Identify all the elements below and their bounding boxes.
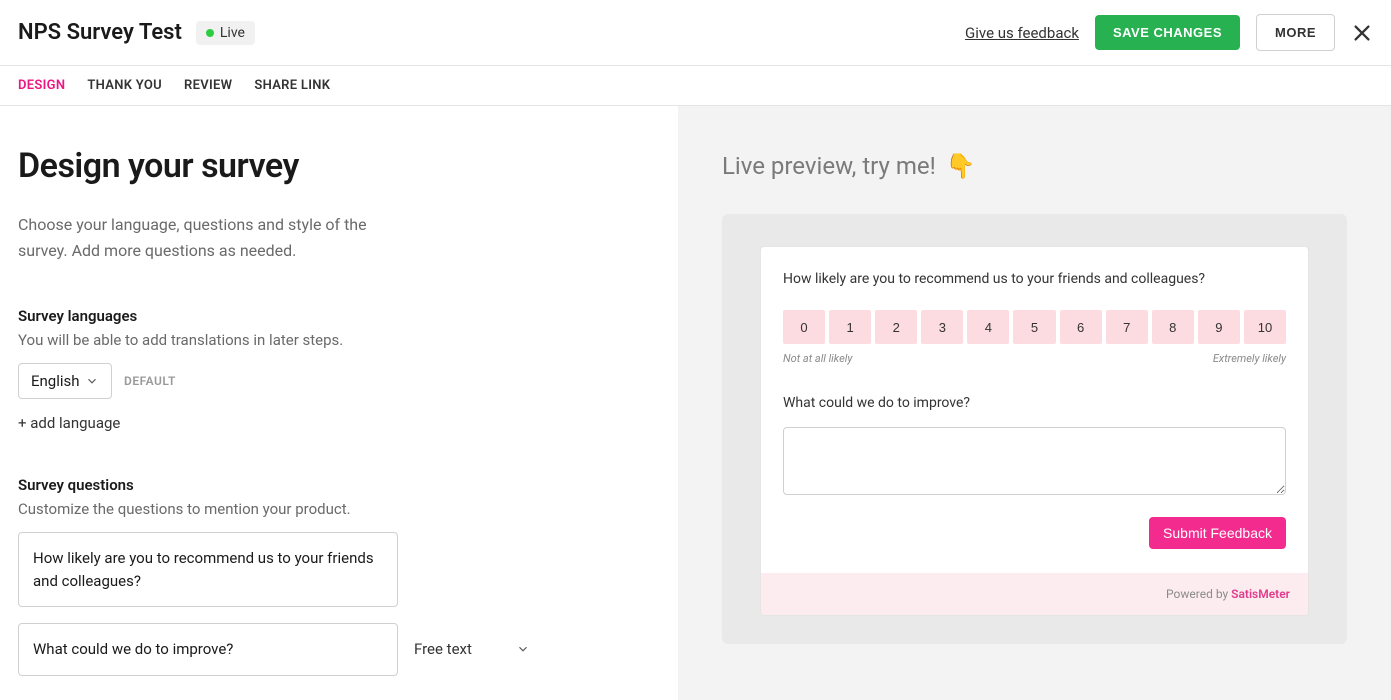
questions-sub: Customize the questions to mention your …: [18, 500, 660, 518]
header-right: Give us feedback SAVE CHANGES MORE: [965, 14, 1373, 51]
nps-low-label: Not at all likely: [783, 352, 852, 365]
default-badge: DEFAULT: [124, 374, 176, 388]
tabs: DESIGN THANK YOU REVIEW SHARE LINK: [0, 66, 1391, 106]
preview-q2: What could we do to improve?: [783, 395, 1286, 411]
nps-button-4[interactable]: 4: [967, 310, 1009, 344]
language-row: English DEFAULT: [18, 363, 660, 399]
nps-button-10[interactable]: 10: [1244, 310, 1286, 344]
preview-outer: How likely are you to recommend us to yo…: [722, 214, 1347, 644]
nps-scale: 0 1 2 3 4 5 6 7 8 9 10: [783, 310, 1286, 344]
tab-design[interactable]: DESIGN: [18, 78, 65, 93]
language-selected: English: [31, 372, 80, 390]
save-button[interactable]: SAVE CHANGES: [1095, 15, 1240, 50]
questions-label: Survey questions: [18, 476, 660, 494]
add-language-link[interactable]: + add language: [18, 414, 120, 432]
nps-button-2[interactable]: 2: [875, 310, 917, 344]
status-text: Live: [220, 25, 245, 41]
nps-button-7[interactable]: 7: [1106, 310, 1148, 344]
improve-textarea[interactable]: [783, 427, 1286, 495]
nps-button-9[interactable]: 9: [1198, 310, 1240, 344]
header: NPS Survey Test Live Give us feedback SA…: [0, 0, 1391, 66]
survey-widget-body: How likely are you to recommend us to yo…: [761, 247, 1308, 573]
close-icon[interactable]: [1351, 22, 1373, 44]
pointing-down-icon: 👇: [946, 152, 976, 180]
tab-thank-you[interactable]: THANK YOU: [87, 78, 162, 93]
tab-share-link[interactable]: SHARE LINK: [254, 78, 330, 93]
chevron-down-icon: [516, 642, 530, 656]
nps-button-1[interactable]: 1: [829, 310, 871, 344]
design-panel: Design your survey Choose your language,…: [0, 106, 678, 700]
live-dot-icon: [206, 29, 214, 37]
question-row: What could we do to improve? Free text: [18, 623, 538, 676]
question-text: What could we do to improve?: [33, 640, 233, 658]
header-left: NPS Survey Test Live: [18, 20, 255, 45]
submit-row: Submit Feedback: [783, 517, 1286, 549]
submit-feedback-button[interactable]: Submit Feedback: [1149, 517, 1286, 549]
question-type-select[interactable]: Free text: [414, 640, 530, 658]
question-card[interactable]: What could we do to improve?: [18, 623, 398, 676]
languages-sub: You will be able to add translations in …: [18, 331, 660, 349]
question-text: How likely are you to recommend us to yo…: [33, 549, 374, 590]
nps-labels: Not at all likely Extremely likely: [783, 352, 1286, 365]
widget-footer: Powered by SatisMeter: [761, 573, 1308, 615]
brand-link[interactable]: SatisMeter: [1231, 587, 1290, 601]
main-split: Design your survey Choose your language,…: [0, 106, 1391, 700]
survey-widget: How likely are you to recommend us to yo…: [760, 246, 1309, 616]
more-button[interactable]: MORE: [1256, 14, 1335, 51]
question-type-label: Free text: [414, 640, 472, 658]
chevron-down-icon: [85, 374, 99, 388]
preview-title: Live preview, try me! 👇: [722, 152, 1347, 180]
page-title: NPS Survey Test: [18, 20, 182, 45]
nps-button-8[interactable]: 8: [1152, 310, 1194, 344]
tab-review[interactable]: REVIEW: [184, 78, 232, 93]
nps-button-0[interactable]: 0: [783, 310, 825, 344]
preview-title-text: Live preview, try me!: [722, 152, 936, 180]
nps-button-6[interactable]: 6: [1060, 310, 1102, 344]
status-badge: Live: [196, 21, 255, 45]
nps-button-3[interactable]: 3: [921, 310, 963, 344]
languages-label: Survey languages: [18, 307, 660, 325]
preview-q1: How likely are you to recommend us to yo…: [783, 269, 1286, 290]
design-heading: Design your survey: [18, 146, 660, 186]
question-card[interactable]: How likely are you to recommend us to yo…: [18, 532, 398, 607]
nps-button-5[interactable]: 5: [1013, 310, 1055, 344]
feedback-link[interactable]: Give us feedback: [965, 24, 1079, 42]
language-select[interactable]: English: [18, 363, 112, 399]
nps-high-label: Extremely likely: [1213, 352, 1286, 365]
preview-panel: Live preview, try me! 👇 How likely are y…: [678, 106, 1391, 700]
powered-prefix: Powered by: [1166, 587, 1231, 601]
design-lead: Choose your language, questions and styl…: [18, 212, 418, 263]
